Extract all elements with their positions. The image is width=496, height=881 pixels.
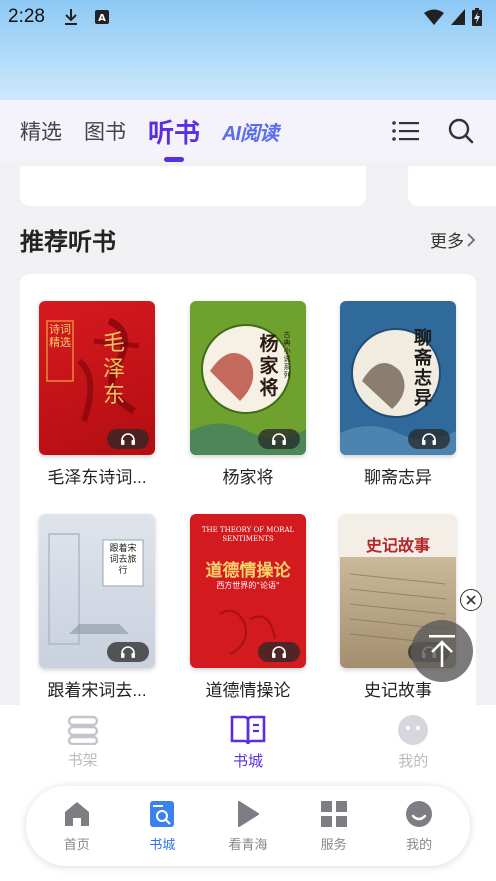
headphones-icon	[422, 433, 436, 445]
play-icon	[237, 800, 259, 827]
nav-qinghai[interactable]: 看青海	[213, 800, 283, 853]
audio-play-badge[interactable]	[258, 429, 300, 449]
tab-bookshelf[interactable]: 书架	[38, 715, 128, 770]
book-item[interactable]: THE THEORY OF MORAL SENTIMENTS 道德情操论 西方世…	[178, 514, 318, 701]
cover-title: 聊斋志异	[414, 328, 432, 409]
book-title[interactable]: 道德情操论	[178, 676, 318, 701]
book-title[interactable]: 跟着宋词去...	[27, 676, 167, 701]
cover-title: 跟着宋词去旅行	[109, 544, 137, 576]
banner-card[interactable]	[20, 166, 366, 206]
nav-label: 看青海	[228, 837, 268, 853]
nav-label: 首页	[63, 837, 90, 853]
audio-play-badge[interactable]	[107, 642, 149, 662]
tab-books[interactable]: 图书	[84, 116, 126, 146]
status-time: 2:28	[8, 6, 45, 27]
nav-label: 书城	[149, 837, 176, 853]
headphones-icon	[121, 433, 135, 445]
book-item[interactable]: 杨家将 古典小说系列 杨家将	[178, 301, 318, 488]
tab-ai-reading[interactable]: AI阅读	[222, 117, 279, 146]
top-nav: 精选 图书 听书 AI阅读	[0, 100, 496, 162]
book-cover[interactable]: 诗词精选 毛泽东	[39, 301, 155, 455]
cover-title: 杨家将	[259, 333, 279, 399]
book-cover[interactable]: 聊斋志异	[340, 301, 456, 455]
smiley-icon	[406, 800, 433, 827]
grid-icon	[320, 800, 347, 827]
nav-home[interactable]: 首页	[42, 800, 112, 853]
wifi-icon	[424, 9, 444, 25]
signal-icon	[451, 9, 465, 25]
tab-label: 书城	[232, 753, 263, 770]
bookshelf-icon	[67, 715, 98, 745]
book-item[interactable]: 诗词精选 毛泽东 毛泽东诗词...	[27, 301, 167, 488]
cover-subtitle: 诗词精选	[49, 323, 71, 349]
audio-play-badge[interactable]	[107, 429, 149, 449]
more-link[interactable]: 更多	[430, 227, 476, 252]
section-header: 推荐听书 更多	[20, 222, 476, 257]
headphones-icon	[272, 646, 286, 658]
nav-label: 我的	[406, 837, 433, 853]
nav-mine[interactable]: 我的	[384, 800, 454, 853]
cover-title: 毛泽东	[102, 331, 125, 408]
a-badge-icon: A	[94, 10, 109, 24]
book-cover[interactable]: THE THEORY OF MORAL SENTIMENTS 道德情操论 西方世…	[190, 514, 306, 668]
book-cover[interactable]: 跟着宋词去旅行	[39, 514, 155, 668]
content-area: 推荐听书 更多 诗词精选 毛泽东 毛泽东诗词... 杨家将 古典小说系列 杨家将…	[0, 162, 496, 705]
download-icon	[64, 9, 77, 25]
app-tabbar: 书架 书城 我的	[0, 705, 496, 780]
nav-bookstore[interactable]: 书城	[127, 800, 197, 853]
profile-face-icon	[398, 715, 429, 745]
book-cover[interactable]: 杨家将 古典小说系列	[190, 301, 306, 455]
tab-label: 书架	[67, 752, 98, 769]
list-menu-icon[interactable]	[392, 120, 420, 142]
chevron-right-icon	[467, 232, 476, 247]
tab-label: 我的	[398, 753, 429, 770]
cover-subtitle: 古典小说系列	[283, 331, 291, 379]
audio-play-badge[interactable]	[258, 642, 300, 662]
svg-text:A: A	[98, 13, 106, 24]
book-item[interactable]: 聊斋志异 聊斋志异	[328, 301, 468, 488]
close-icon	[466, 595, 476, 605]
book-title[interactable]: 聊斋志异	[328, 463, 468, 488]
headphones-icon	[272, 433, 286, 445]
back-to-top-button[interactable]	[411, 620, 473, 682]
search-icon[interactable]	[448, 118, 474, 144]
book-title[interactable]: 毛泽东诗词...	[27, 463, 167, 488]
book-grid: 诗词精选 毛泽东 毛泽东诗词... 杨家将 古典小说系列 杨家将 聊斋志异 聊斋…	[20, 274, 476, 705]
tab-audiobooks[interactable]: 听书	[148, 113, 200, 150]
book-title[interactable]: 杨家将	[178, 463, 318, 488]
bottom-nav-area: 首页 书城 看青海 服务 我的	[0, 780, 496, 881]
status-bar: 2:28 A	[0, 0, 496, 100]
nav-label: 服务	[320, 837, 347, 853]
open-book-icon	[230, 715, 266, 745]
close-float-button[interactable]	[460, 589, 482, 611]
section-title: 推荐听书	[20, 229, 116, 256]
tab-featured[interactable]: 精选	[20, 116, 62, 146]
nav-services[interactable]: 服务	[299, 800, 369, 853]
battery-charging-icon	[472, 8, 482, 26]
more-label: 更多	[430, 232, 464, 251]
bookstore-search-icon	[150, 800, 175, 827]
home-icon	[64, 801, 89, 826]
banner-card[interactable]	[408, 166, 496, 206]
book-item[interactable]: 跟着宋词去旅行 跟着宋词去...	[27, 514, 167, 701]
arrow-up-icon	[429, 635, 455, 667]
tab-bookstore[interactable]: 书城	[203, 714, 293, 771]
bottom-nav: 首页 书城 看青海 服务 我的	[26, 786, 470, 866]
audio-play-badge[interactable]	[408, 429, 450, 449]
headphones-icon	[121, 646, 135, 658]
tab-mine[interactable]: 我的	[368, 714, 458, 771]
